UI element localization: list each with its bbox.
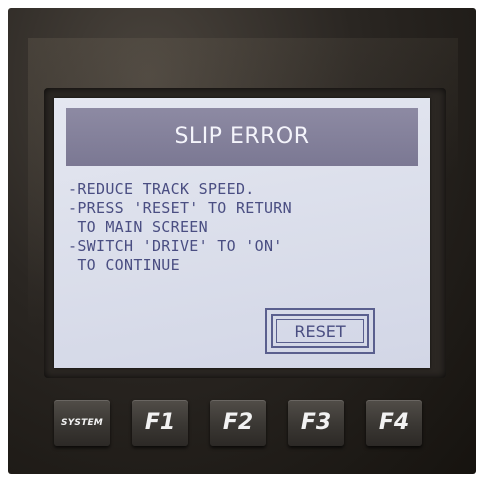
reset-button[interactable]: RESET [265, 308, 375, 354]
dialog-title: SLIP ERROR [174, 124, 310, 149]
message-line: TO MAIN SCREEN [68, 218, 208, 236]
f3-key-label: F3 [300, 410, 332, 435]
f1-key[interactable]: F1 [132, 400, 188, 446]
f2-key[interactable]: F2 [210, 400, 266, 446]
function-key-row: SYSTEM F1 F2 F3 F4 [54, 400, 434, 450]
message-line: TO CONTINUE [68, 256, 180, 274]
f1-key-label: F1 [144, 410, 176, 435]
dialog-title-bar: SLIP ERROR [66, 108, 418, 166]
message-line: -PRESS 'RESET' TO RETURN [68, 199, 292, 217]
system-key[interactable]: SYSTEM [54, 400, 110, 446]
f4-key[interactable]: F4 [366, 400, 422, 446]
reset-button-frame: RESET [271, 314, 369, 348]
photo-frame: SLIP ERROR -REDUCE TRACK SPEED. -PRESS '… [0, 0, 480, 479]
system-key-label: SYSTEM [61, 418, 103, 428]
message-line: -REDUCE TRACK SPEED. [68, 180, 255, 198]
lcd-screen: SLIP ERROR -REDUCE TRACK SPEED. -PRESS '… [54, 98, 430, 368]
f3-key[interactable]: F3 [288, 400, 344, 446]
reset-button-label: RESET [276, 319, 364, 343]
f4-key-label: F4 [378, 410, 410, 435]
error-message: -REDUCE TRACK SPEED. -PRESS 'RESET' TO R… [68, 180, 424, 275]
f2-key-label: F2 [222, 410, 254, 435]
message-line: -SWITCH 'DRIVE' TO 'ON' [68, 237, 283, 255]
